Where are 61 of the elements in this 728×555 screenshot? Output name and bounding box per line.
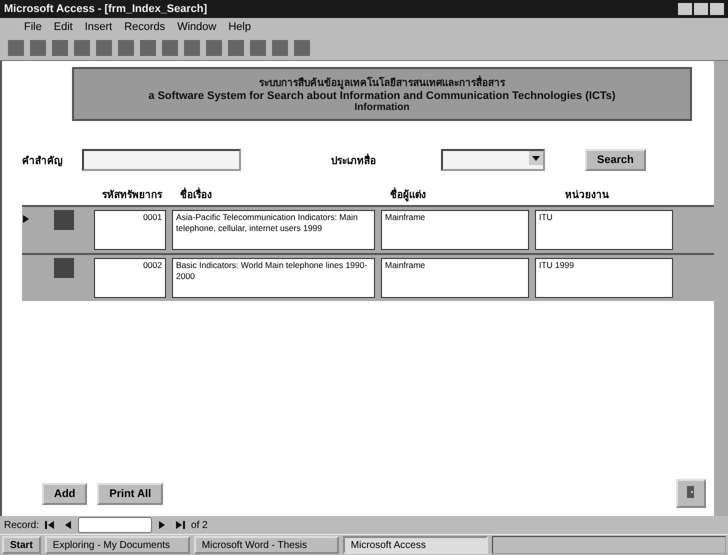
toolbar-icon[interactable] — [206, 40, 222, 56]
search-button[interactable]: Search — [585, 149, 646, 171]
toolbar-icon[interactable] — [96, 40, 112, 56]
form-button[interactable]: Print All — [97, 482, 164, 504]
toolbar-icon[interactable] — [8, 40, 24, 56]
type-dropdown[interactable] — [441, 149, 545, 171]
record-count: of 2 — [191, 520, 208, 530]
exit-button[interactable] — [676, 479, 706, 508]
toolbar-icon[interactable] — [140, 40, 156, 56]
toolbar-icon[interactable] — [294, 40, 310, 56]
close-button[interactable] — [710, 3, 724, 15]
title-cell: Basic Indicators: World Main telephone lines 1990-2000 — [172, 258, 375, 298]
author-cell: Mainframe — [381, 210, 529, 250]
column-header: ชื่อเรื่อง — [180, 187, 390, 205]
next-record-icon[interactable] — [157, 520, 168, 530]
menu-item[interactable]: Edit — [54, 21, 73, 33]
maximize-button[interactable] — [694, 3, 708, 15]
taskbar-button[interactable]: Exploring - My Documents — [44, 536, 190, 554]
toolbar-icon[interactable] — [228, 40, 244, 56]
record-number-field[interactable] — [78, 517, 152, 533]
previous-record-icon[interactable] — [63, 520, 74, 530]
window-title: Microsoft Access - [frm_Index_Search] — [4, 3, 208, 15]
toolbar-icon[interactable] — [272, 40, 288, 56]
taskbar-button[interactable]: Microsoft Access — [342, 536, 488, 554]
title-cell: Asia-Pacific Telecommunication Indicators: Main telephone, cellular, internet users 1999 — [172, 210, 375, 250]
taskbar-button[interactable]: Microsoft Word - Thesis — [194, 536, 339, 554]
open-record-button[interactable] — [54, 210, 74, 230]
menu-item[interactable]: Records — [124, 21, 166, 33]
open-record-button[interactable] — [54, 258, 74, 278]
toolbar-icon[interactable] — [250, 40, 266, 56]
id-cell: 0002 — [94, 258, 166, 298]
column-header: ชื่อผู้แต่ง — [390, 187, 565, 205]
toolbar-icon[interactable] — [118, 40, 134, 56]
menu-item[interactable]: Window — [177, 21, 216, 33]
form-button[interactable]: Add — [42, 482, 88, 504]
scroll-bar[interactable] — [714, 61, 728, 516]
keyword-label: คำสำคัญ — [22, 154, 64, 168]
type-label: ประเภทสื่อ — [331, 152, 377, 168]
toolbar-icon[interactable] — [162, 40, 178, 56]
keyword-field[interactable] — [82, 149, 241, 171]
toolbar-icon[interactable] — [184, 40, 200, 56]
agency-cell: ITU 1999 — [535, 258, 673, 298]
column-header: รหัสทรัพยากร — [102, 188, 164, 203]
record-label: Record: — [4, 520, 40, 530]
toolbar-icon[interactable] — [30, 40, 46, 56]
column-header: หน่วยงาน — [565, 189, 609, 203]
first-record-icon[interactable] — [44, 520, 56, 530]
toolbar-icon[interactable] — [52, 40, 68, 56]
id-cell: 0001 — [94, 210, 166, 250]
author-cell: Mainframe — [381, 258, 529, 298]
start-button[interactable]: Start — [2, 536, 41, 554]
menu-item[interactable]: File — [24, 21, 42, 33]
header-text: a Software System for Search about Information and Communication Technologies (ICTs) — [148, 90, 616, 102]
last-record-icon[interactable] — [174, 520, 186, 530]
agency-cell: ITU — [535, 210, 673, 250]
menu-item[interactable]: Help — [228, 21, 251, 33]
header-text: Information — [354, 102, 410, 113]
toolbar-icon[interactable] — [74, 40, 90, 56]
header-text: ระบบการสืบค้นข้อมูลเทคโนโลยีสารสนเทศและการสื่อสาร — [259, 75, 505, 90]
menu-item[interactable]: Insert — [84, 21, 112, 33]
minimize-button[interactable] — [678, 3, 692, 15]
